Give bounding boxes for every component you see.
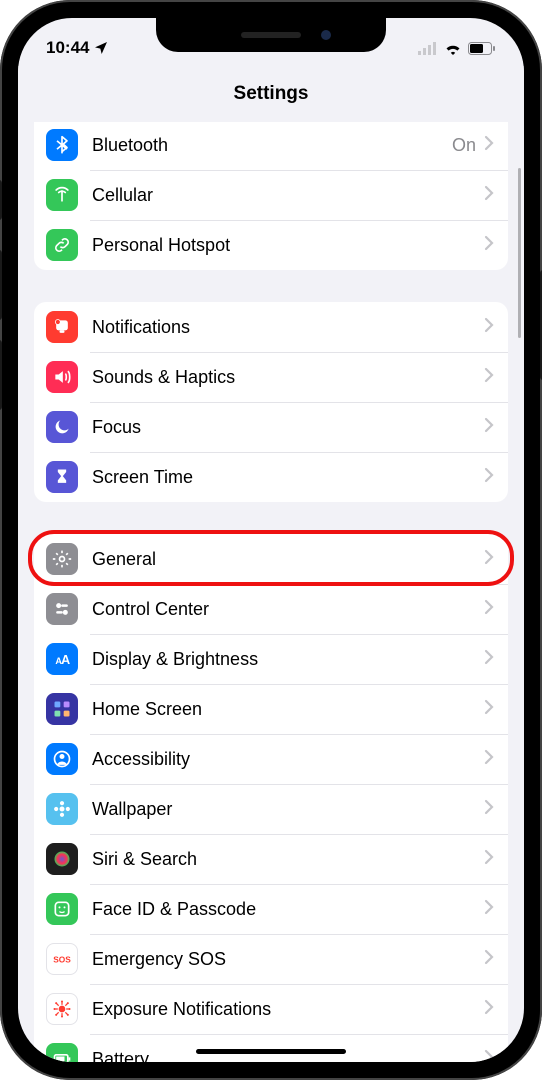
- chevron-right-icon: [484, 849, 494, 870]
- grid-icon: [46, 693, 78, 725]
- chevron-right-icon: [484, 367, 494, 388]
- row-focus[interactable]: Focus: [34, 402, 508, 452]
- link-icon: [46, 229, 78, 261]
- flower-icon: [46, 793, 78, 825]
- scrollbar[interactable]: [518, 168, 521, 338]
- chevron-right-icon: [484, 899, 494, 920]
- battery-icon: [468, 42, 496, 55]
- row-label: General: [92, 549, 484, 570]
- row-label: Display & Brightness: [92, 649, 484, 670]
- chevron-right-icon: [484, 467, 494, 488]
- row-label: Personal Hotspot: [92, 235, 484, 256]
- chevron-right-icon: [484, 749, 494, 770]
- volume-up-button: [0, 250, 2, 320]
- volume-down-button: [0, 340, 2, 410]
- row-controlcenter[interactable]: Control Center: [34, 584, 508, 634]
- battery-icon: [46, 1043, 78, 1062]
- row-hotspot[interactable]: Personal Hotspot: [34, 220, 508, 270]
- row-faceid[interactable]: Face ID & Passcode: [34, 884, 508, 934]
- row-exposure[interactable]: Exposure Notifications: [34, 984, 508, 1034]
- row-label: Bluetooth: [92, 135, 452, 156]
- row-label: Screen Time: [92, 467, 484, 488]
- row-battery[interactable]: Battery: [34, 1034, 508, 1062]
- row-sounds[interactable]: Sounds & Haptics: [34, 352, 508, 402]
- hourglass-icon: [46, 461, 78, 493]
- row-label: Accessibility: [92, 749, 484, 770]
- sos-icon: SOS: [46, 943, 78, 975]
- antenna-icon: [46, 179, 78, 211]
- row-screentime[interactable]: Screen Time: [34, 452, 508, 502]
- chevron-right-icon: [484, 549, 494, 570]
- settings-group-connectivity: BluetoothOn Cellular Personal Hotspot: [34, 122, 508, 270]
- settings-group-general-group: General Control Center AA Display & Brightn…: [34, 534, 508, 1062]
- row-value: On: [452, 135, 476, 156]
- gear-icon: [46, 543, 78, 575]
- person-icon: [46, 743, 78, 775]
- wifi-icon: [444, 42, 462, 55]
- face-icon: [46, 893, 78, 925]
- settings-list[interactable]: BluetoothOn Cellular Personal Hotspot Notif…: [18, 122, 524, 1062]
- chevron-right-icon: [484, 417, 494, 438]
- chevron-right-icon: [484, 185, 494, 206]
- chevron-right-icon: [484, 317, 494, 338]
- row-wallpaper[interactable]: Wallpaper: [34, 784, 508, 834]
- chevron-right-icon: [484, 999, 494, 1020]
- chevron-right-icon: [484, 699, 494, 720]
- row-label: Focus: [92, 417, 484, 438]
- row-label: Wallpaper: [92, 799, 484, 820]
- settings-group-alerts: Notifications Sounds & Haptics Focus Screen…: [34, 302, 508, 502]
- chevron-right-icon: [484, 599, 494, 620]
- row-notifications[interactable]: Notifications: [34, 302, 508, 352]
- bell-icon: [46, 311, 78, 343]
- nav-header: Settings: [18, 66, 524, 122]
- location-icon: [93, 40, 109, 56]
- mute-switch: [0, 180, 2, 220]
- status-time: 10:44: [46, 38, 89, 58]
- row-accessibility[interactable]: Accessibility: [34, 734, 508, 784]
- row-sos[interactable]: SOS Emergency SOS: [34, 934, 508, 984]
- row-label: Exposure Notifications: [92, 999, 484, 1020]
- chevron-right-icon: [484, 135, 494, 156]
- row-siri[interactable]: Siri & Search: [34, 834, 508, 884]
- row-display[interactable]: AA Display & Brightness: [34, 634, 508, 684]
- row-bluetooth[interactable]: BluetoothOn: [34, 122, 508, 170]
- switches-icon: [46, 593, 78, 625]
- row-label: Cellular: [92, 185, 484, 206]
- svg-text:A: A: [61, 653, 70, 667]
- moon-icon: [46, 411, 78, 443]
- screen: 10:44 Settings BluetoothOn Cellular Person…: [18, 18, 524, 1062]
- page-title: Settings: [234, 83, 309, 105]
- siri-icon: [46, 843, 78, 875]
- row-cellular[interactable]: Cellular: [34, 170, 508, 220]
- row-label: Home Screen: [92, 699, 484, 720]
- chevron-right-icon: [484, 949, 494, 970]
- row-label: Sounds & Haptics: [92, 367, 484, 388]
- row-label: Notifications: [92, 317, 484, 338]
- chevron-right-icon: [484, 649, 494, 670]
- chevron-right-icon: [484, 235, 494, 256]
- home-indicator[interactable]: [196, 1049, 346, 1054]
- textsize-icon: AA: [46, 643, 78, 675]
- speaker-icon: [46, 361, 78, 393]
- virus-icon: [46, 993, 78, 1025]
- row-label: Siri & Search: [92, 849, 484, 870]
- row-homescreen[interactable]: Home Screen: [34, 684, 508, 734]
- row-label: Emergency SOS: [92, 949, 484, 970]
- svg-text:SOS: SOS: [53, 954, 71, 964]
- cellular-icon: [418, 42, 438, 55]
- bluetooth-icon: [46, 129, 78, 161]
- notch: [156, 18, 386, 52]
- row-general[interactable]: General: [34, 534, 508, 584]
- chevron-right-icon: [484, 799, 494, 820]
- phone-frame: 10:44 Settings BluetoothOn Cellular Person…: [0, 0, 542, 1080]
- row-label: Control Center: [92, 599, 484, 620]
- chevron-right-icon: [484, 1049, 494, 1063]
- row-label: Face ID & Passcode: [92, 899, 484, 920]
